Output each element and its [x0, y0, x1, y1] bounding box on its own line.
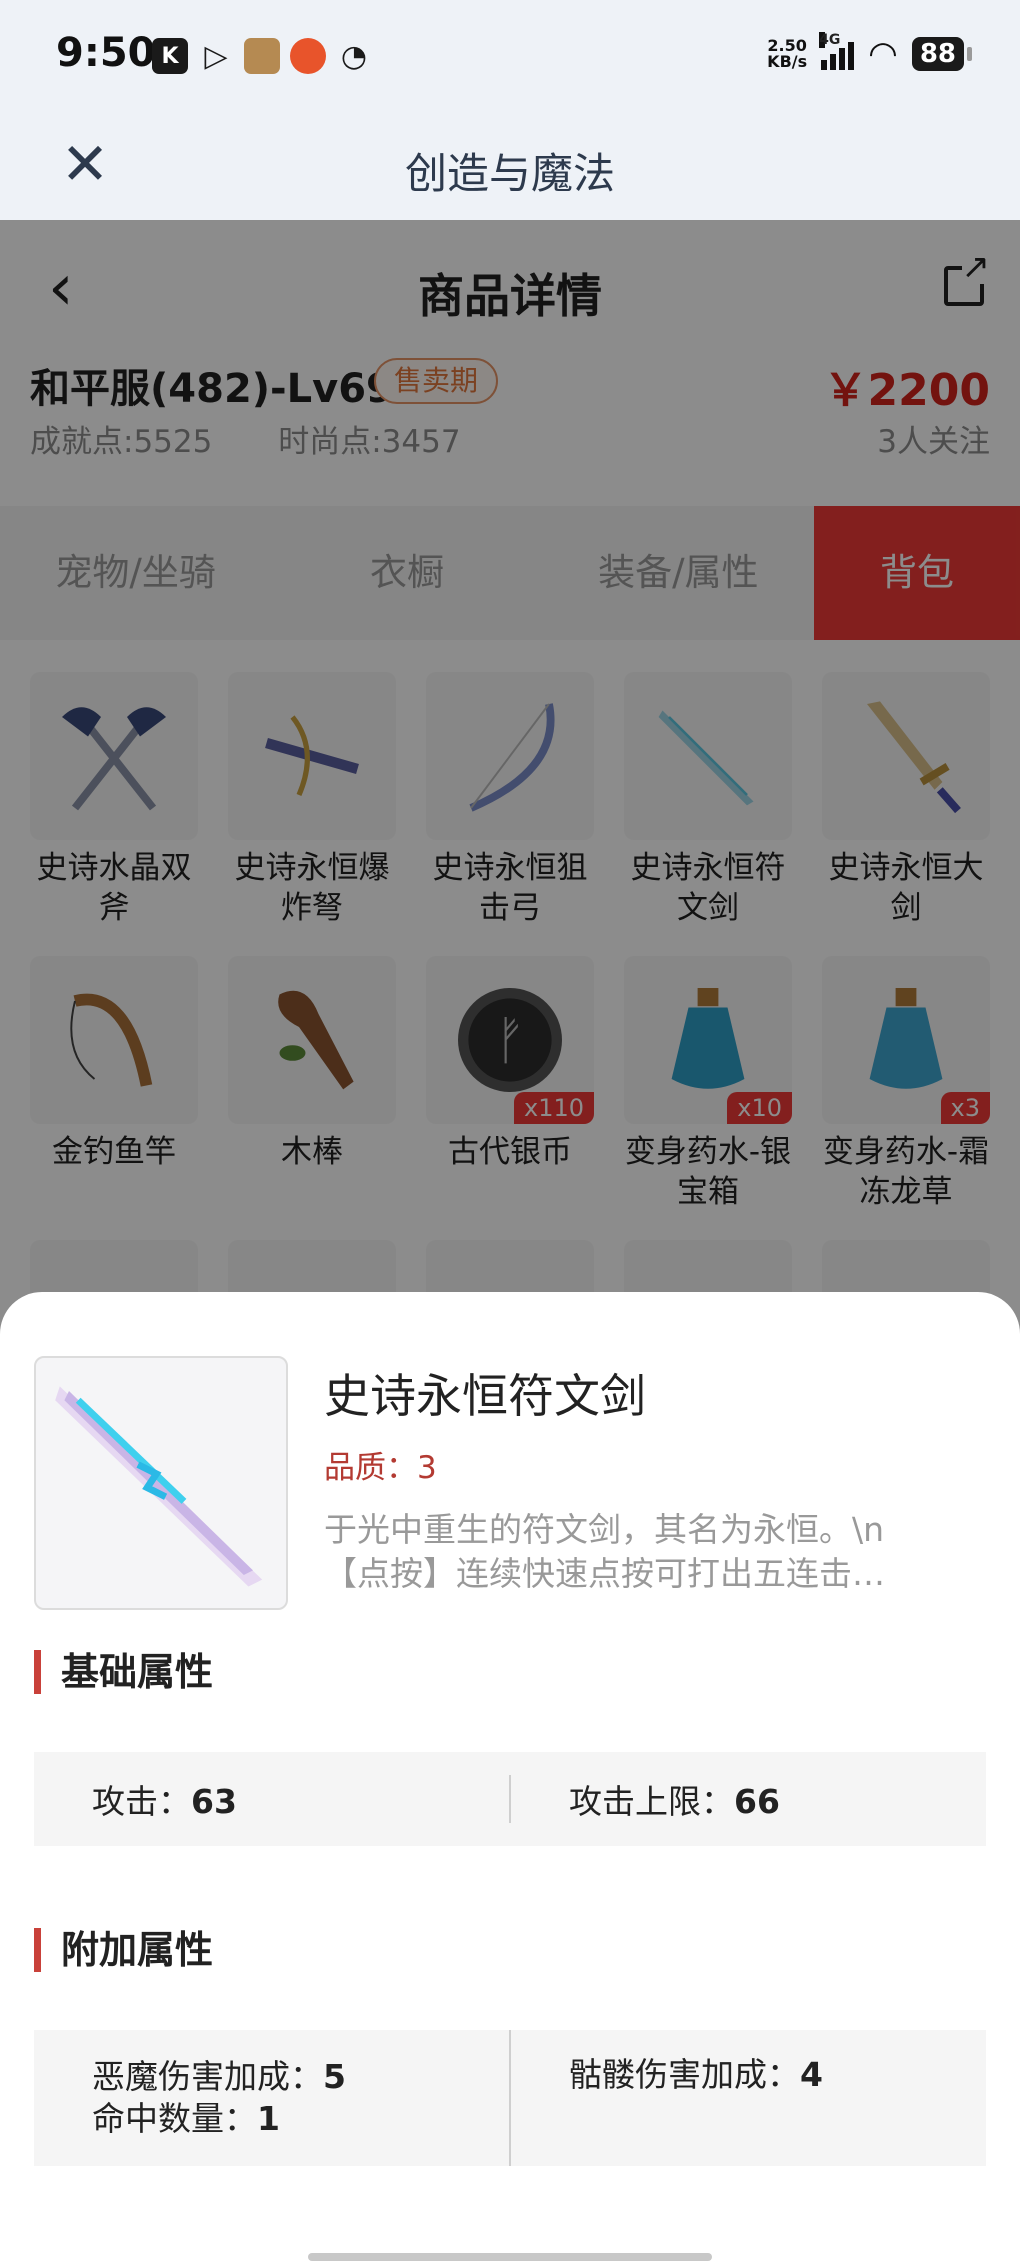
battery-icon: 88	[911, 37, 973, 71]
signal-icon: 4G	[819, 32, 855, 70]
item-quality: 品质：3	[324, 1450, 437, 1486]
app-title: 创造与魔法	[404, 149, 615, 198]
app-notification-icon	[290, 38, 326, 74]
base-attributes-heading: 基础属性	[34, 1650, 213, 1694]
item-description: 于光中重生的符文剑，其名为永恒。\n 【点按】连续快速点按可打出五连击…	[324, 1510, 885, 1593]
status-bar: 9:50 K ▷ ◔ 2.50 KB/s 4G ◠ 88	[0, 0, 1020, 112]
item-image	[34, 1356, 288, 1610]
app-header: ✕ 创造与魔法	[0, 112, 1020, 220]
home-indicator[interactable]	[308, 2253, 712, 2261]
attr-demon-damage: 恶魔伤害加成：5	[92, 2057, 346, 2096]
item-title: 史诗永恒符文剑	[324, 1369, 646, 1423]
base-attributes: 攻击：63 攻击上限：66	[34, 1752, 986, 1846]
notification-icons: K ▷ ◔	[152, 38, 372, 74]
wifi-icon: ◠	[868, 34, 898, 74]
attr-attack: 攻击：63	[92, 1782, 237, 1821]
extra-attributes: 恶魔伤害加成：5 命中数量：1 骷髅伤害加成：4	[34, 2030, 986, 2166]
attr-col-left: 恶魔伤害加成：5 命中数量：1	[34, 2056, 509, 2140]
play-icon: ▷	[204, 38, 228, 74]
extra-attributes-heading: 附加属性	[34, 1928, 213, 1972]
game-app-icon	[244, 38, 280, 74]
attr-hit-count: 命中数量：1	[92, 2099, 280, 2138]
attr-attack-max: 攻击上限：66	[509, 1775, 986, 1823]
item-detail-sheet: 史诗永恒符文剑 品质：3 于光中重生的符文剑，其名为永恒。\n 【点按】连续快速…	[0, 1292, 1020, 2267]
attr-skeleton-damage: 骷髅伤害加成：4	[569, 2055, 823, 2094]
k-app-icon: K	[152, 38, 188, 74]
wechat-icon: ◔	[340, 38, 368, 74]
status-time: 9:50	[56, 30, 156, 76]
status-right: 2.50 KB/s 4G ◠ 88	[767, 32, 973, 74]
attr-col-right: 骷髅伤害加成：4	[509, 2030, 986, 2166]
net-speed: 2.50 KB/s	[767, 36, 808, 71]
rune-sword-icon	[55, 1386, 263, 1587]
